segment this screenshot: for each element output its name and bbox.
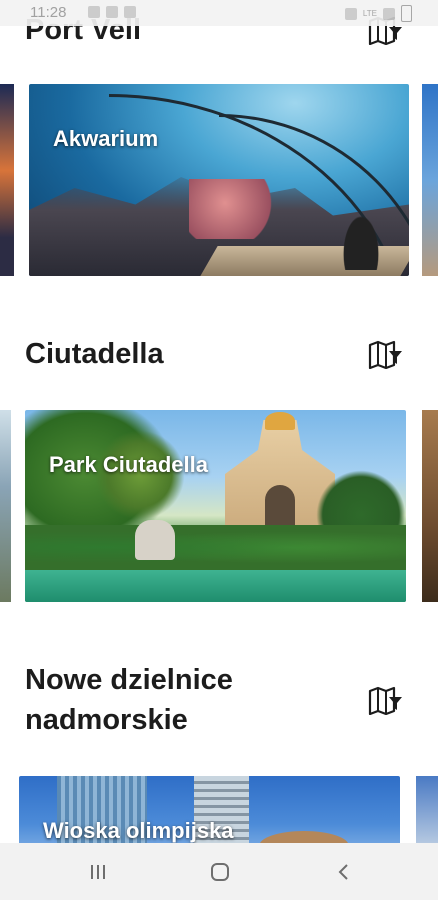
back-icon <box>338 864 348 880</box>
carousel-next-card[interactable] <box>422 84 438 276</box>
section-title-ciutadella: Ciutadella <box>25 338 164 370</box>
carousel-next-card[interactable] <box>422 410 438 602</box>
network-type: LTE <box>362 8 377 18</box>
place-card-park-ciutadella[interactable]: Park Ciutadella <box>25 410 406 602</box>
map-filter-icon <box>368 686 402 715</box>
card-image-detail <box>135 520 175 560</box>
recent-apps-icon <box>91 865 105 879</box>
person-notification-icon <box>124 6 136 18</box>
mute-icon <box>344 7 357 20</box>
place-card-akwarium[interactable]: Akwarium <box>29 84 409 276</box>
map-filter-button[interactable] <box>365 682 405 718</box>
card-label: Akwarium <box>53 126 159 151</box>
home-icon <box>211 863 229 881</box>
card-image-detail <box>25 525 406 570</box>
signal-icon <box>383 7 395 20</box>
image-notification-icon <box>88 6 100 18</box>
navigation-bar <box>0 843 438 900</box>
carousel-prev-card[interactable] <box>0 84 14 276</box>
card-image-detail <box>265 485 295 530</box>
status-bar: 11:28 LTE <box>0 0 438 26</box>
home-button[interactable] <box>200 857 240 887</box>
back-button[interactable] <box>324 857 364 887</box>
recent-apps-button[interactable] <box>78 857 118 887</box>
map-filter-button[interactable] <box>365 336 405 372</box>
battery-icon <box>401 5 412 22</box>
section-title-nowe-dzielnice: Nowe dzielnice nadmorskie <box>25 664 233 736</box>
card-label: Wioska olimpijska <box>43 818 234 843</box>
notification-icons <box>88 6 136 18</box>
carousel-prev-card[interactable] <box>0 410 11 602</box>
card-label: Park Ciutadella <box>49 452 208 477</box>
card-image-detail <box>25 570 406 602</box>
message-notification-icon <box>106 6 118 18</box>
card-image-detail <box>331 190 391 270</box>
status-time: 11:28 <box>30 4 67 21</box>
card-image-detail <box>265 412 295 430</box>
map-filter-icon <box>368 340 402 369</box>
system-icons: LTE <box>344 5 412 22</box>
